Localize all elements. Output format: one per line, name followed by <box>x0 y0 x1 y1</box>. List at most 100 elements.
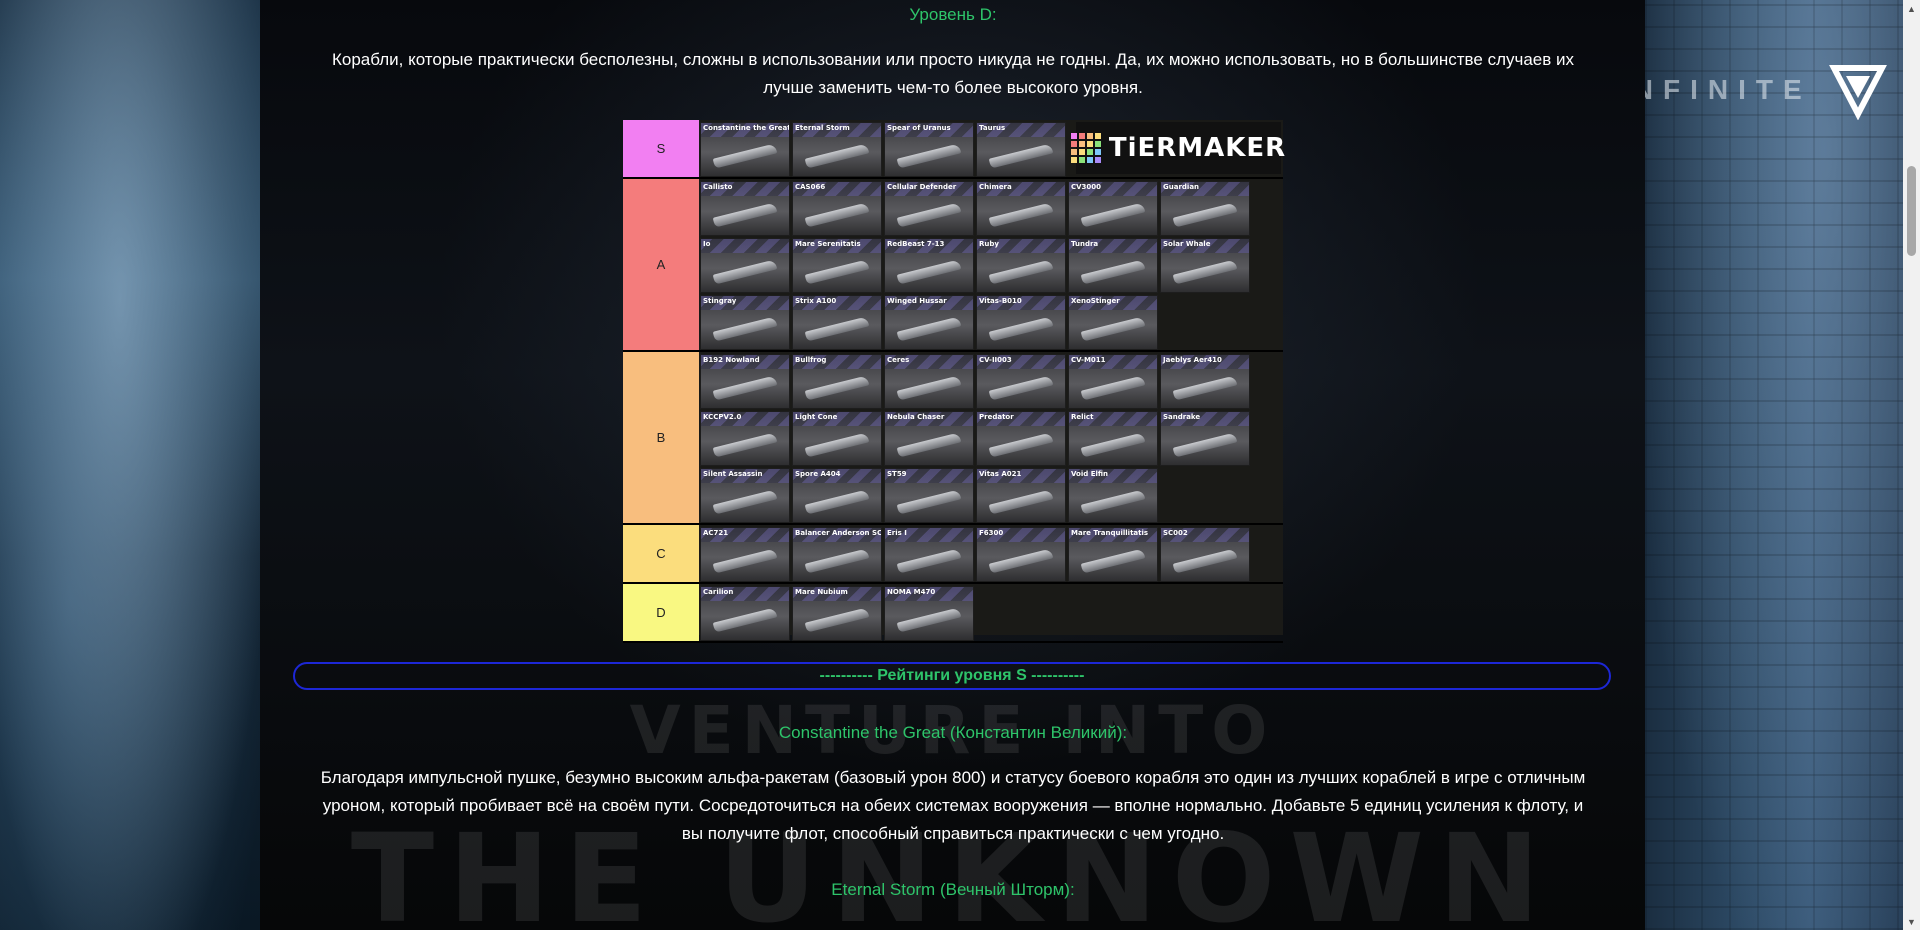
ship-card: Eris I <box>884 527 974 582</box>
ship-image <box>712 143 778 169</box>
section-d-heading: Уровень D: <box>909 5 997 24</box>
ship-card: Light Cone <box>792 411 882 466</box>
ship-name: CV-M011 <box>1071 356 1106 364</box>
ship-card: CAS066 <box>792 181 882 236</box>
ship-card: XenoStinger <box>1068 295 1158 350</box>
ship-name: Ceres <box>887 356 910 364</box>
ship-image <box>1172 202 1238 228</box>
ship-card: RedBeast 7-13 <box>884 238 974 293</box>
ship-card: Silent Assassin <box>700 468 790 523</box>
scroll-down-icon[interactable]: ▼ <box>1903 913 1920 930</box>
ship-card: Carilion <box>700 586 790 641</box>
section-d-description: Корабли, которые практически бесполезны,… <box>288 46 1618 102</box>
ship-name: Eris I <box>887 529 907 537</box>
ship-card: F6300 <box>976 527 1066 582</box>
ship-image <box>988 548 1054 574</box>
ship-card: Mare Nubium <box>792 586 882 641</box>
ship-image <box>712 489 778 515</box>
ship-card: Taurus <box>976 122 1066 177</box>
ship-card: Io <box>700 238 790 293</box>
section-d-line-2: лучше заменить чем-то более высокого уро… <box>763 78 1143 97</box>
ship-image <box>988 432 1054 458</box>
tier-label-s: S <box>623 120 699 177</box>
ship-card: Solar Whale <box>1160 238 1250 293</box>
ship-name: Vitas A021 <box>979 470 1022 478</box>
ship-name: XenoStinger <box>1071 297 1120 305</box>
s-tier-banner: ---------- Рейтинги уровня S ---------- <box>293 662 1611 690</box>
ship-card: SC002 <box>1160 527 1250 582</box>
tier-row-b: B B192 Nowland Bullfrog Ceres CV-II003 CV-M01… <box>623 352 1283 525</box>
ship-image <box>988 202 1054 228</box>
brand-emblem-icon <box>1828 65 1887 120</box>
ship-name: F6300 <box>979 529 1004 537</box>
ship-name: Winged Hussar <box>887 297 947 305</box>
ship-card: Predator <box>976 411 1066 466</box>
ship-name: B192 Nowland <box>703 356 760 364</box>
scroll-up-icon[interactable]: ▲ <box>1903 0 1920 17</box>
tiermaker-grid-icon <box>1070 133 1101 163</box>
constantine-line-2: уроном, который пробивает всё на своём п… <box>322 796 1584 815</box>
ship-image <box>896 375 962 401</box>
ship-card: Tundra <box>1068 238 1158 293</box>
background-right <box>1645 0 1920 930</box>
ship-image <box>1080 548 1146 574</box>
ship-card: Eternal Storm <box>792 122 882 177</box>
scroll-thumb[interactable] <box>1907 166 1916 256</box>
ship-card: Winged Hussar <box>884 295 974 350</box>
ship-image <box>712 432 778 458</box>
ship-image <box>988 316 1054 342</box>
ship-image <box>988 375 1054 401</box>
ship-name: AC721 <box>703 529 729 537</box>
ship-card: Mare Serenitatis <box>792 238 882 293</box>
ship-image <box>988 489 1054 515</box>
ship-image <box>896 259 962 285</box>
ship-card: Jaeblys Aer410 <box>1160 354 1250 409</box>
ship-image <box>804 259 870 285</box>
ship-card: Vitas-B010 <box>976 295 1066 350</box>
page-scrollbar[interactable]: ▲ ▼ <box>1903 0 1920 930</box>
ship-name: Relict <box>1071 413 1094 421</box>
ship-image <box>804 316 870 342</box>
ship-card: Spore A404 <box>792 468 882 523</box>
tier-list-image: S Constantine the Great Eternal Storm Spear… <box>623 120 1285 643</box>
ship-name: Cellular Defender <box>887 183 957 191</box>
ship-card: AC721 <box>700 527 790 582</box>
tier-row-s: S Constantine the Great Eternal Storm Spear… <box>623 120 1285 179</box>
tier-label-c: C <box>623 525 699 582</box>
ship-name: Mare Serenitatis <box>795 240 861 248</box>
ship-name: KCCPV2.0 <box>703 413 742 421</box>
ship-image <box>804 202 870 228</box>
ship-name: Io <box>703 240 711 248</box>
ship-image <box>1080 316 1146 342</box>
ship-image <box>712 375 778 401</box>
ship-image <box>712 316 778 342</box>
ship-name: CV3000 <box>1071 183 1102 191</box>
ship-card: KCCPV2.0 <box>700 411 790 466</box>
ship-name: CAS066 <box>795 183 826 191</box>
ship-name: Stingray <box>703 297 737 305</box>
ship-image <box>988 259 1054 285</box>
ship-name: CV-II003 <box>979 356 1012 364</box>
ship-image <box>1172 548 1238 574</box>
ship-card: Mare Tranquillitatis <box>1068 527 1158 582</box>
ship-image <box>1172 375 1238 401</box>
ship-name: Mare Tranquillitatis <box>1071 529 1149 537</box>
ship-name: Sandrake <box>1163 413 1201 421</box>
ship-image <box>896 202 962 228</box>
ship-image <box>896 548 962 574</box>
tier-row-c: C AC721 Balancer Anderson SC020 Eris I F6300… <box>623 525 1283 584</box>
ship-image <box>1080 489 1146 515</box>
ship-card: Guardian <box>1160 181 1250 236</box>
ship-card: Sandrake <box>1160 411 1250 466</box>
ship-card: Relict <box>1068 411 1158 466</box>
tier-label-d: D <box>623 584 699 641</box>
ship-image <box>1080 202 1146 228</box>
ship-name: Mare Nubium <box>795 588 848 596</box>
ship-image <box>804 375 870 401</box>
ship-name: Tundra <box>1071 240 1099 248</box>
ship-card: Constantine the Great <box>700 122 790 177</box>
ship-name: Spore A404 <box>795 470 841 478</box>
ship-card: Chimera <box>976 181 1066 236</box>
ship-card: Callisto <box>700 181 790 236</box>
ship-name: RedBeast 7-13 <box>887 240 945 248</box>
